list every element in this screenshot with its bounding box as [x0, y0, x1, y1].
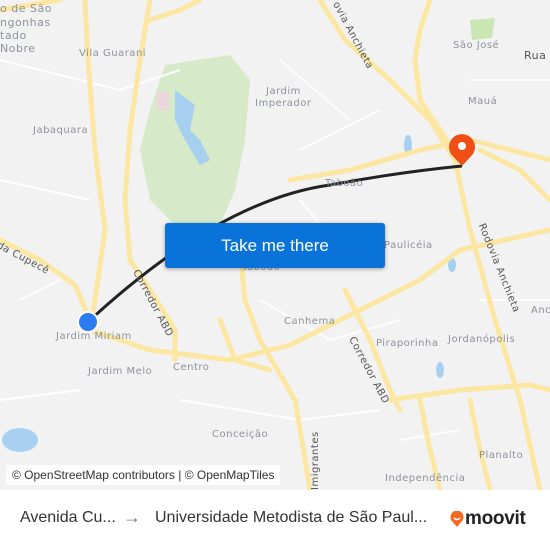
- urban-block: [157, 92, 169, 110]
- park-area: [470, 18, 495, 40]
- map-label: Anc: [531, 305, 550, 316]
- map-label: Jabaquara: [33, 125, 89, 136]
- moovit-wordmark: moovit: [465, 508, 526, 529]
- map-label: Vila Guarani: [79, 48, 147, 59]
- map-label: Canhema: [284, 316, 336, 327]
- road-label: Rua S: [524, 49, 550, 62]
- map-label: Jardim: [266, 86, 301, 97]
- map-attribution[interactable]: © OpenStreetMap contributors | © OpenMap…: [6, 465, 281, 485]
- map-label: Mauá: [468, 96, 498, 107]
- map-label: o de São: [0, 2, 52, 15]
- road-label: Imigrantes: [310, 431, 321, 490]
- map-label: Piraporinha: [376, 338, 439, 349]
- moovit-pin-icon: [450, 511, 464, 527]
- origin-marker-dot: [79, 313, 97, 331]
- map-view[interactable]: o de São ngonhas tado Nobre Vila Guarani…: [0, 0, 550, 490]
- map-label: Jardim Miriam: [56, 331, 132, 342]
- water-body: [2, 428, 38, 452]
- map-label: Independência: [385, 473, 466, 484]
- map-label: Jardim Melo: [88, 366, 153, 377]
- origin-name: Avenida Cu...: [20, 509, 116, 526]
- water-body: [436, 362, 444, 378]
- arrow-right-icon: →: [123, 507, 141, 527]
- map-label: Nobre: [0, 42, 36, 55]
- map-label: tado: [0, 29, 27, 42]
- route-footer: Avenida Cu... → Universidade Metodista d…: [0, 490, 550, 550]
- map-label: Jordanópolis: [448, 334, 516, 345]
- map-label: Conceição: [212, 429, 269, 440]
- map-label: ngonhas: [0, 16, 51, 29]
- map-label: Taboão: [325, 178, 364, 189]
- map-label: Planalto: [479, 450, 524, 461]
- map-label: Imperador: [255, 98, 312, 109]
- take-me-there-button[interactable]: Take me there: [165, 223, 385, 268]
- destination-name: Universidade Metodista de São Paul...: [155, 509, 428, 526]
- map-label: Paulicéia: [384, 240, 433, 251]
- moovit-logo[interactable]: moovit: [450, 508, 526, 530]
- map-label: Centro: [173, 362, 210, 373]
- map-label: São José: [453, 40, 500, 51]
